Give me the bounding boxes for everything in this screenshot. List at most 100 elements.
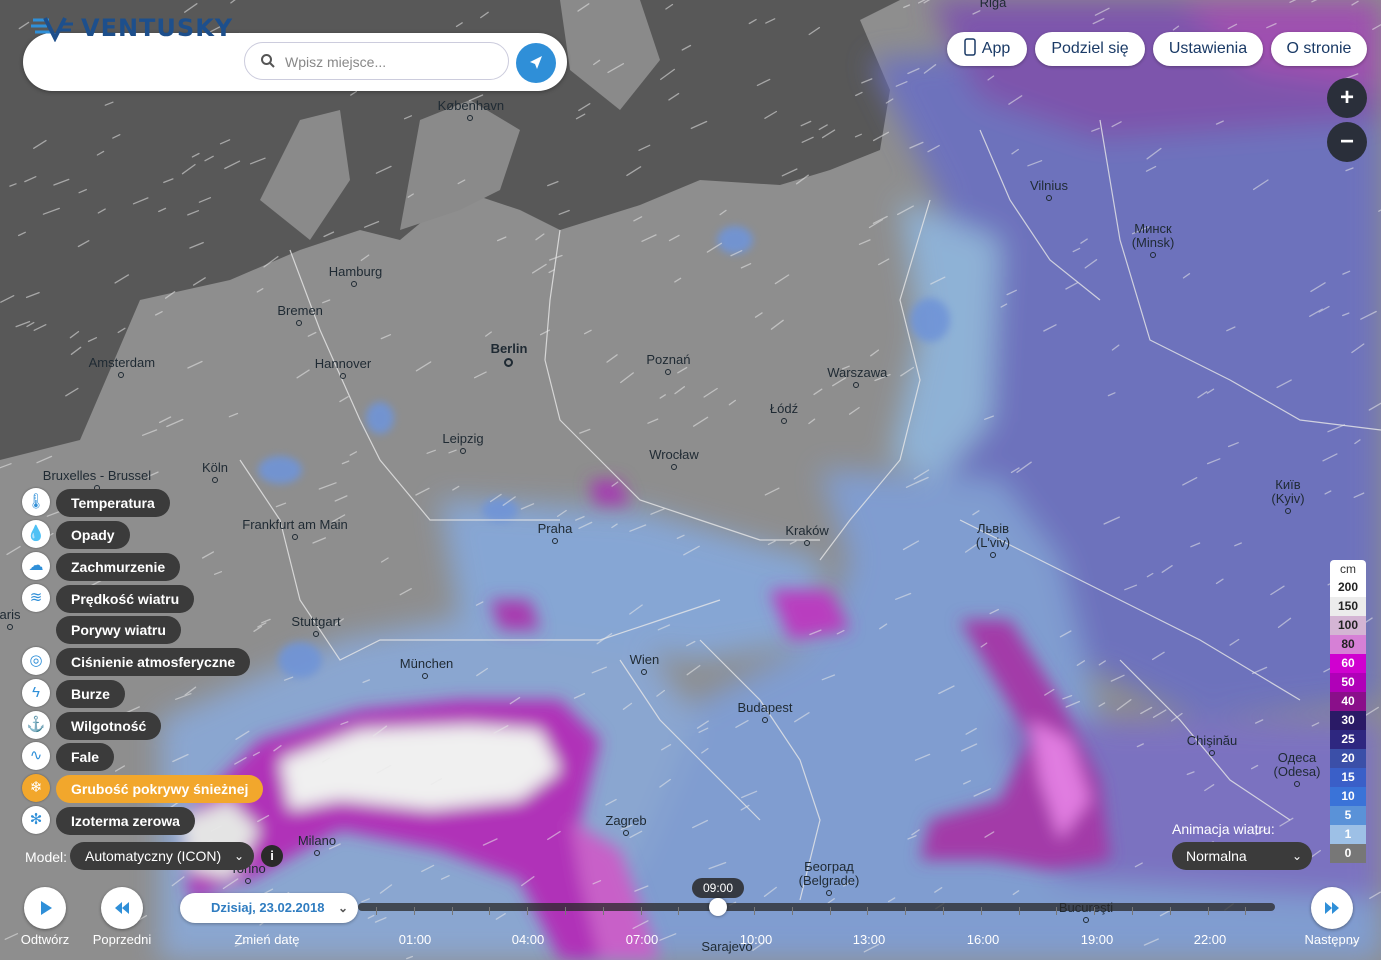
city-name: Frankfurt am Main (242, 517, 348, 532)
lightning-icon[interactable]: ϟ (22, 679, 50, 707)
city-label: Hamburg (329, 265, 382, 287)
city-marker-icon (780, 418, 787, 424)
ventusky-logo[interactable]: VENTUSKY (31, 14, 233, 42)
city-label: Bruxelles - Brussel (29, 469, 166, 491)
search-box[interactable] (244, 42, 509, 80)
pressure-icon[interactable]: ◎ (22, 647, 50, 675)
next-label: Następny (1304, 932, 1360, 947)
layer-label[interactable]: Prędkość wiatru (56, 585, 195, 613)
city-label: Warszawa (827, 366, 887, 388)
layer-label[interactable]: Burze (56, 680, 125, 708)
city-marker-icon (852, 382, 859, 388)
city-label: Wrocław (649, 448, 699, 470)
layer-label[interactable]: Wilgotność (56, 712, 162, 740)
snowflake-icon[interactable]: ❄ (22, 774, 50, 802)
waves-icon[interactable]: ∿ (22, 742, 50, 770)
city-marker-icon (421, 673, 428, 679)
timeline-hour-label: 16:00 (966, 932, 1000, 947)
layer-label[interactable]: Temperatura (56, 489, 170, 517)
layer-label[interactable]: Fale (56, 743, 115, 771)
settings-button[interactable]: Ustawienia (1153, 32, 1263, 66)
next-button[interactable] (1311, 887, 1353, 929)
search-input[interactable] (283, 51, 502, 73)
locate-button[interactable] (516, 43, 556, 83)
fast-forward-icon (1325, 902, 1339, 914)
city-name: aris (0, 607, 21, 622)
city-marker-icon (291, 534, 298, 540)
cloud-icon[interactable]: ☁ (22, 552, 50, 580)
zoom-in-button[interactable]: + (1327, 78, 1367, 118)
wind-icon[interactable]: ≋ (22, 584, 50, 612)
timeline-hour-label: 01:00 (398, 932, 432, 947)
raindrop-icon[interactable]: 💧 (22, 520, 50, 548)
play-button[interactable] (24, 887, 66, 929)
city-name: Wrocław (649, 447, 699, 462)
legend-step: 10 (1330, 787, 1366, 806)
zoom-out-button[interactable]: − (1327, 122, 1367, 162)
city-label: Stuttgart (284, 615, 349, 637)
about-button[interactable]: O stronie (1271, 32, 1367, 66)
wind-animation-select[interactable]: Normalna ⌄ (1172, 842, 1312, 870)
app-button[interactable]: App (947, 32, 1027, 66)
timeline-hour-label: 22:00 (1193, 932, 1227, 947)
date-value: Dzisiaj, 23.02.2018 (211, 900, 325, 915)
layer-label[interactable]: Porywy wiatru (56, 616, 181, 644)
model-label: Model: (25, 849, 68, 865)
city-label: Chişinău (1183, 734, 1241, 756)
previous-button[interactable] (101, 887, 143, 929)
city-name: Budapest (737, 700, 793, 715)
timeline-tick (1170, 907, 1171, 915)
city-name: Bruxelles - Brussel (42, 468, 152, 483)
layer-label[interactable]: Zachmurzenie (56, 553, 181, 581)
city-label: Berlin (487, 342, 530, 367)
city-label: Budapest (736, 701, 794, 723)
timeline-tick (1056, 907, 1057, 915)
city-label: Zagreb (604, 814, 647, 836)
info-icon[interactable]: i (261, 845, 283, 867)
settings-button-label: Ustawienia (1168, 40, 1248, 57)
city-name: Vilnius (1029, 178, 1069, 193)
city-marker-icon (466, 115, 473, 121)
timeline-tick (603, 907, 604, 915)
city-marker-icon (1284, 508, 1291, 514)
city-marker-icon (552, 538, 558, 544)
layer-label[interactable]: Grubość pokrywy śnieżnej (56, 775, 264, 803)
city-label: Riga (979, 0, 1008, 10)
city-label: Milano (295, 834, 338, 856)
city-marker-icon (350, 281, 357, 287)
legend-step: 60 (1330, 654, 1366, 673)
change-date-label: Zmień datę (234, 932, 300, 947)
timeline-tick (1245, 907, 1246, 915)
timeline-tick (830, 907, 831, 915)
timeline-tick (943, 907, 944, 915)
legend-step: 80 (1330, 635, 1366, 654)
current-time-tooltip: 09:00 (692, 878, 744, 898)
city-name: Leipzig (442, 431, 484, 446)
timeline-track[interactable] (358, 903, 1275, 911)
city-name: København (437, 98, 505, 113)
date-select[interactable]: Dzisiaj, 23.02.2018 ⌄ (180, 893, 358, 923)
timeline-hour-label: 10:00 (739, 932, 773, 947)
model-select[interactable]: Automatyczny (ICON) ⌄ (70, 842, 254, 870)
legend-step: 30 (1330, 711, 1366, 730)
city-name: Riga (979, 0, 1007, 10)
timeline-hour-label: 07:00 (625, 932, 659, 947)
city-marker-icon (211, 477, 218, 483)
freezing-level-icon[interactable]: ✻ (22, 806, 50, 834)
city-marker-icon (761, 717, 768, 723)
timeline-handle[interactable] (709, 898, 727, 916)
layer-label[interactable]: Izoterma zerowa (56, 807, 195, 835)
thermometer-icon[interactable]: 🌡 (22, 488, 50, 516)
city-label: Frankfurt am Main (234, 518, 356, 540)
layer-label[interactable]: Ciśnienie atmosferyczne (56, 648, 251, 676)
city-marker-icon (826, 890, 832, 896)
timeline-tick (489, 907, 490, 915)
layer-label[interactable]: Opady (56, 521, 130, 549)
share-button[interactable]: Podziel się (1035, 32, 1145, 66)
city-label: Kraków (785, 524, 829, 546)
city-label: Hannover (314, 357, 372, 379)
app-button-label: App (981, 40, 1011, 57)
humidity-icon[interactable]: ⚓ (22, 711, 50, 739)
city-name: Amsterdam (88, 355, 156, 370)
legend-step: 20 (1330, 749, 1366, 768)
